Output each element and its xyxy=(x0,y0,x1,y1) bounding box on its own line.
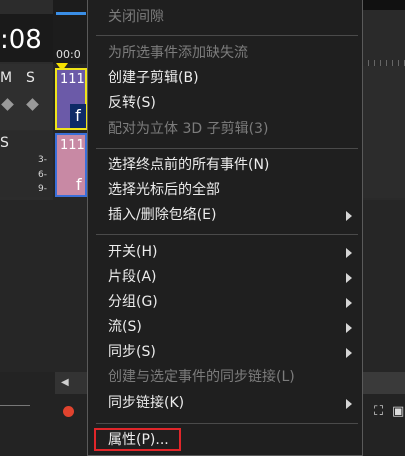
menu-item-label: 选择终点前的所有事件(N) xyxy=(108,157,270,173)
menu-item-pair-stereo-3d[interactable]: 配对为立体 3D 子剪辑(3) xyxy=(88,117,362,142)
timecode-display: :08 xyxy=(0,25,42,55)
video-editor-window: :08 M S S 3- 6- 9- 00:0 111 f 111 f ◀ ⛶ … xyxy=(0,0,405,456)
scroll-left-icon[interactable]: ◀ xyxy=(61,377,69,388)
mute-button[interactable]: M xyxy=(0,70,14,88)
menu-item-create-subclip[interactable]: 创建子剪辑(B) xyxy=(88,66,362,91)
menu-item-label: 选择光标后的全部 xyxy=(108,182,220,198)
submenu-arrow-icon xyxy=(346,273,352,283)
menu-item-label: 片段(A) xyxy=(108,269,157,285)
submenu-arrow-icon xyxy=(346,399,352,409)
menu-item-label: 配对为立体 3D 子剪辑(3) xyxy=(108,121,269,137)
menu-separator xyxy=(96,35,358,36)
submenu-arrow-icon xyxy=(346,248,352,258)
menu-item-reverse[interactable]: 反转(S) xyxy=(88,91,362,116)
volume-mark: 6- xyxy=(38,170,47,180)
menu-item-label: 创建子剪辑(B) xyxy=(108,70,199,86)
menu-item-create-sync-link[interactable]: 创建与选定事件的同步链接(L) xyxy=(88,365,362,390)
menu-item-select-before-end[interactable]: 选择终点前的所有事件(N) xyxy=(88,153,362,178)
menu-item-insert-remove-envelope[interactable]: 插入/删除包络(E) xyxy=(88,203,362,228)
submenu-arrow-icon xyxy=(346,323,352,333)
solo-button[interactable]: S xyxy=(26,70,40,88)
submenu-arrow-icon xyxy=(346,211,352,221)
menu-item-select-after-cursor[interactable]: 选择光标后的全部 xyxy=(88,178,362,203)
menu-item-group[interactable]: 分组(G) xyxy=(88,290,362,315)
highlight-annotation-box xyxy=(94,428,181,451)
audio-clip-label: 111 xyxy=(60,138,85,153)
menu-separator xyxy=(96,234,358,235)
horizontal-scrollbar[interactable] xyxy=(55,372,88,394)
menu-item-take[interactable]: 片段(A) xyxy=(88,265,362,290)
menu-item-add-missing-streams[interactable]: 为所选事件添加缺失流 xyxy=(88,41,362,66)
menu-item-switches[interactable]: 开关(H) xyxy=(88,240,362,265)
menu-separator xyxy=(96,423,358,424)
menu-item-label: 分组(G) xyxy=(108,294,158,310)
audio-solo-button[interactable]: S xyxy=(0,135,14,153)
menu-item-label: 流(S) xyxy=(108,319,142,335)
volume-mark: 9- xyxy=(38,184,47,194)
divider-line xyxy=(0,405,30,406)
select-tool-icon[interactable]: ▣ xyxy=(392,404,404,419)
menu-item-stream[interactable]: 流(S) xyxy=(88,315,362,340)
timeline-track-area xyxy=(362,66,405,198)
menu-item-sync[interactable]: 同步(S) xyxy=(88,340,362,365)
timeline-top-strip xyxy=(362,0,405,10)
menu-item-label: 同步链接(K) xyxy=(108,395,185,411)
menu-item-label: 插入/删除包络(E) xyxy=(108,207,217,223)
ruler-time-label: 00:0 xyxy=(56,48,81,61)
menu-item-close-gaps[interactable]: 关闭间隙 xyxy=(88,5,362,30)
video-clip-label: 111 xyxy=(60,72,85,87)
context-menu: 关闭间隙 为所选事件添加缺失流 创建子剪辑(B) 反转(S) 配对为立体 3D … xyxy=(87,0,363,456)
video-clip-thumbnail: f xyxy=(70,104,86,128)
menu-item-label: 创建与选定事件的同步链接(L) xyxy=(108,369,295,385)
snap-icon[interactable]: ⛶ xyxy=(374,404,383,419)
submenu-arrow-icon xyxy=(346,348,352,358)
menu-item-sync-link[interactable]: 同步链接(K) xyxy=(88,391,362,416)
menu-item-label: 关闭间隙 xyxy=(108,9,164,25)
volume-mark: 3- xyxy=(38,155,47,165)
menu-separator xyxy=(96,148,358,149)
submenu-arrow-icon xyxy=(346,298,352,308)
record-icon[interactable] xyxy=(63,406,74,417)
scrollbar-thumb[interactable] xyxy=(362,372,405,394)
loop-region-bar[interactable] xyxy=(56,12,86,15)
audio-clip-text: f xyxy=(76,175,82,194)
menu-item-label: 为所选事件添加缺失流 xyxy=(108,45,248,61)
menu-item-label: 同步(S) xyxy=(108,344,156,360)
menu-item-label: 反转(S) xyxy=(108,95,156,111)
menu-item-label: 开关(H) xyxy=(108,244,158,260)
